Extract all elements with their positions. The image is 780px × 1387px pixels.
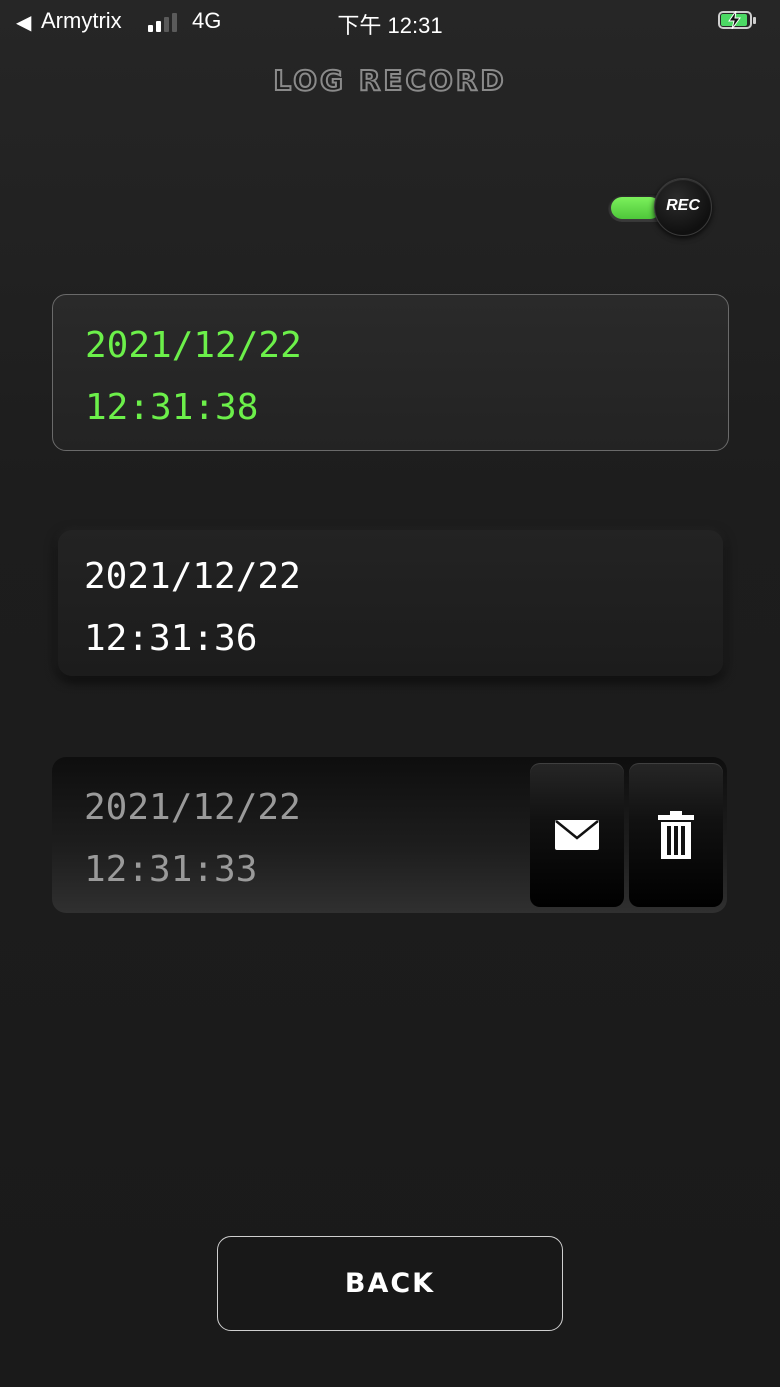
delete-log-button[interactable] bbox=[629, 763, 723, 907]
log-time: 12:31:38 bbox=[85, 387, 259, 428]
log-date: 2021/12/22 bbox=[84, 787, 301, 828]
log-record-item[interactable]: 2021/12/22 12:31:33 bbox=[52, 757, 727, 913]
back-button[interactable]: BACK bbox=[217, 1236, 563, 1331]
log-time: 12:31:36 bbox=[84, 618, 258, 659]
back-button-label: BACK bbox=[344, 1268, 436, 1299]
log-record-item[interactable]: 2021/12/22 12:31:38 bbox=[52, 294, 729, 451]
log-record-item[interactable]: 2021/12/22 12:31:36 bbox=[58, 530, 723, 676]
battery-charging-icon bbox=[718, 11, 758, 31]
mail-icon bbox=[555, 820, 599, 850]
status-time: 下午 12:31 bbox=[337, 13, 443, 38]
rec-toggle-knob[interactable]: REC bbox=[654, 178, 712, 236]
trash-icon bbox=[658, 811, 694, 859]
email-log-button[interactable] bbox=[530, 763, 624, 907]
log-time: 12:31:33 bbox=[84, 849, 258, 890]
log-date: 2021/12/22 bbox=[84, 556, 301, 597]
rec-label: REC bbox=[666, 197, 700, 214]
log-date: 2021/12/22 bbox=[85, 325, 302, 366]
rec-toggle[interactable]: REC bbox=[604, 178, 716, 238]
page-title: LOG RECORD bbox=[272, 63, 507, 98]
status-bar: ◀ Armytrix 4G 下午 12:31 bbox=[0, 0, 780, 44]
